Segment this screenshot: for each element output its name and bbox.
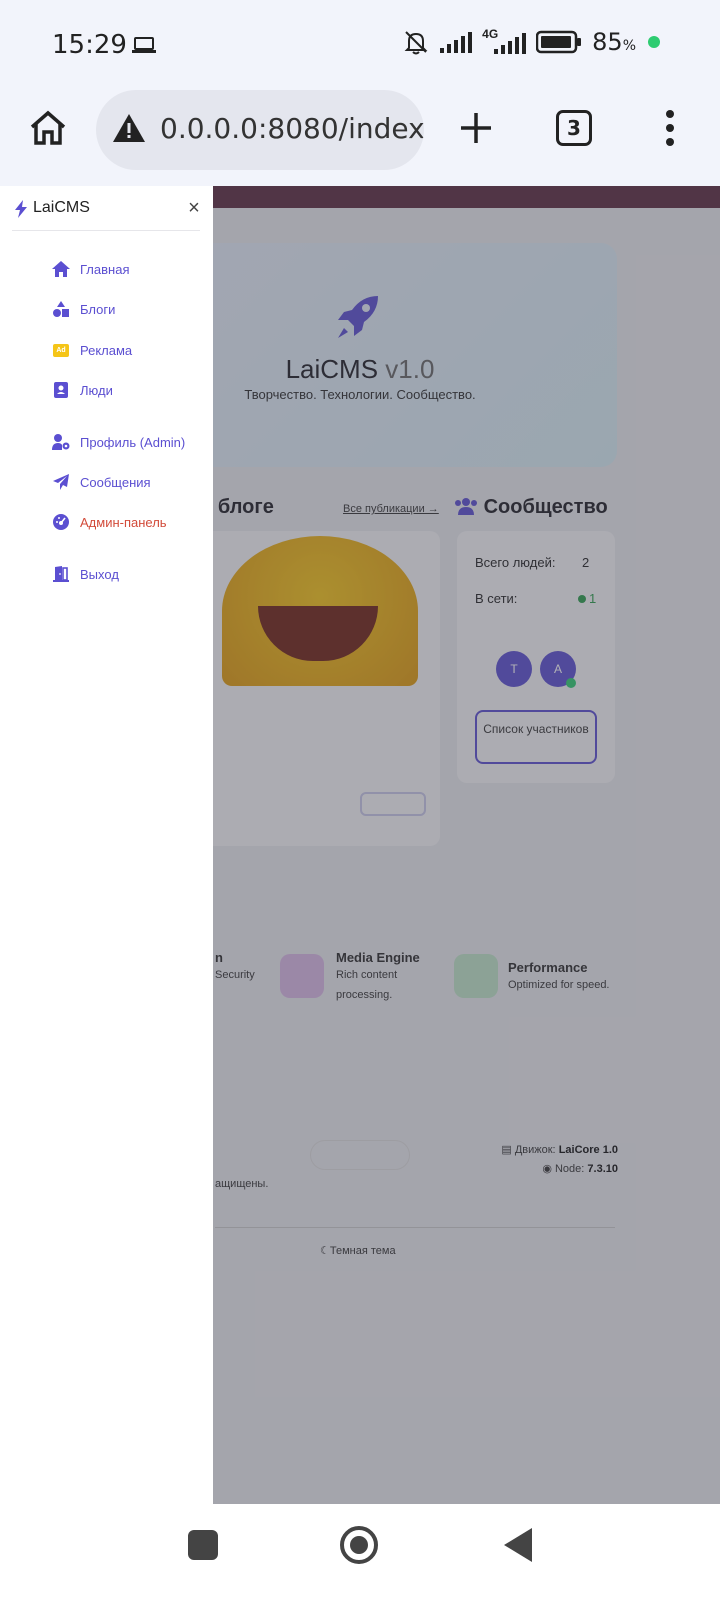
sidebar-item-label: Выход — [80, 566, 119, 582]
sidebar-item-admin-panel[interactable]: Админ-панель — [52, 509, 167, 535]
battery-percent: 85% — [592, 28, 636, 56]
sidebar-item-label: Админ-панель — [80, 514, 167, 530]
battery-icon — [536, 30, 582, 54]
tab-switcher-button[interactable]: 3 — [556, 110, 592, 146]
status-indicators: 4G 85% — [402, 27, 660, 56]
sidebar-item-logout[interactable]: Выход — [52, 561, 119, 587]
laptop-icon — [132, 37, 156, 53]
home-icon — [52, 260, 70, 278]
back-triangle-icon[interactable] — [504, 1528, 532, 1562]
sidebar-item-label: Сообщения — [80, 474, 151, 490]
overflow-menu-icon[interactable] — [662, 110, 678, 150]
home-circle-icon[interactable] — [340, 1526, 378, 1564]
dashboard-icon — [52, 513, 70, 531]
sidebar-item-label: Главная — [80, 261, 130, 277]
sidebar-item-ads[interactable]: Ad Реклама — [52, 337, 132, 363]
sidebar-item-home[interactable]: Главная — [52, 256, 129, 282]
warning-icon[interactable] — [112, 112, 146, 144]
browser-toolbar: 0.0.0.0:8080/index 3 — [0, 88, 720, 186]
paper-plane-icon — [52, 473, 70, 491]
sidebar-item-label: Люди — [80, 382, 113, 398]
mute-bell-icon — [404, 31, 428, 55]
close-icon[interactable]: × — [184, 196, 204, 220]
drawer-header: LaiCMS × — [12, 186, 200, 231]
sidebar-item-label: Блоги — [80, 301, 116, 317]
url-text[interactable]: 0.0.0.0:8080/index — [160, 112, 424, 145]
sidebar-item-people[interactable]: Люди — [52, 377, 113, 403]
bolt-icon — [15, 200, 27, 218]
recents-square-icon[interactable] — [188, 1530, 218, 1560]
sidebar-item-messages[interactable]: Сообщения — [52, 469, 151, 495]
clock: 15:29 — [52, 30, 127, 60]
contact-card-icon — [52, 381, 70, 399]
shapes-icon — [52, 300, 70, 318]
sidebar-item-label: Профиль (Admin) — [80, 434, 186, 450]
address-bar[interactable]: 0.0.0.0:8080/index — [96, 90, 424, 170]
drawer-brand[interactable]: LaiCMS — [33, 199, 90, 217]
sidebar-item-blogs[interactable]: Блоги — [52, 296, 115, 322]
home-icon[interactable] — [28, 108, 68, 148]
user-gear-icon — [52, 433, 70, 451]
sidebar-item-label: Реклама — [80, 342, 133, 358]
new-tab-plus-icon[interactable] — [456, 108, 496, 148]
privacy-indicator-dot — [648, 36, 660, 48]
status-bar: 15:29 4G 85% — [0, 0, 720, 88]
ad-icon: Ad — [52, 341, 70, 359]
side-drawer: LaiCMS × Главная Блоги Ad Реклама Люди П… — [0, 186, 213, 1504]
sidebar-item-profile[interactable]: Профиль (Admin) — [52, 429, 185, 455]
door-exit-icon — [52, 565, 70, 583]
network-4g-icon: 4G — [482, 27, 527, 55]
ad-badge: Ad — [53, 343, 69, 357]
signal-icon — [440, 32, 473, 53]
system-nav-bar — [0, 1504, 720, 1600]
